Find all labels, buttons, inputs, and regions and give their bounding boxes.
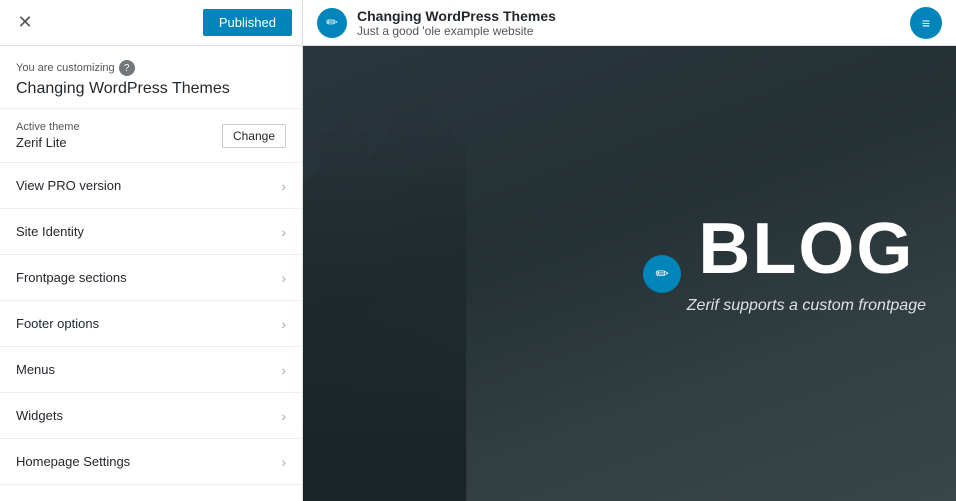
- published-button[interactable]: Published: [203, 9, 292, 36]
- floating-edit-button[interactable]: ✏: [643, 255, 681, 293]
- chevron-right-icon: ›: [281, 270, 286, 286]
- menu-item-label: Site Identity: [16, 224, 84, 239]
- menu-item-label: Widgets: [16, 408, 63, 423]
- menu-item-label: Frontpage sections: [16, 270, 127, 285]
- menu-item-site-identity[interactable]: Site Identity ›: [0, 209, 302, 255]
- menu-item-menus[interactable]: Menus ›: [0, 347, 302, 393]
- chevron-right-icon: ›: [281, 316, 286, 332]
- blog-title: BLOG: [687, 213, 926, 285]
- theme-name: Zerif Lite: [16, 135, 80, 150]
- chevron-right-icon: ›: [281, 408, 286, 424]
- active-theme-label: Active theme: [16, 121, 80, 133]
- customizing-label: You are customizing ?: [16, 60, 286, 76]
- menu-item-label: Footer options: [16, 316, 99, 331]
- blog-subtitle: Zerif supports a custom frontpage: [687, 297, 926, 315]
- pencil-icon: ✏: [655, 264, 668, 284]
- customizer-top-bar: ✕ Published: [0, 0, 302, 46]
- pencil-icon: ✏: [326, 14, 338, 31]
- menu-item-homepage-settings[interactable]: Homepage Settings ›: [0, 439, 302, 485]
- menu-item-label: Menus: [16, 362, 55, 377]
- menu-item-frontpage-sections[interactable]: Frontpage sections ›: [0, 255, 302, 301]
- menu-item-widgets[interactable]: Widgets ›: [0, 393, 302, 439]
- theme-info: Active theme Zerif Lite: [16, 121, 80, 150]
- customizer-menu-list: View PRO version › Site Identity › Front…: [0, 163, 302, 501]
- preview-edit-icon[interactable]: ✏: [317, 8, 347, 38]
- preview-header: ✏ Changing WordPress Themes Just a good …: [303, 0, 956, 46]
- menu-item-footer-options[interactable]: Footer options ›: [0, 301, 302, 347]
- theme-section: Active theme Zerif Lite Change: [0, 109, 302, 163]
- customizing-site-name: Changing WordPress Themes: [16, 80, 286, 98]
- preview-site-title: Changing WordPress Themes: [357, 8, 556, 24]
- change-theme-button[interactable]: Change: [222, 124, 286, 148]
- chevron-right-icon: ›: [281, 178, 286, 194]
- menu-item-label: Homepage Settings: [16, 454, 130, 469]
- close-button[interactable]: ✕: [10, 8, 40, 38]
- preview-content: ✏ BLOG Zerif supports a custom frontpage: [303, 46, 956, 501]
- customizing-info: You are customizing ? Changing WordPress…: [0, 46, 302, 109]
- preview-menu-button[interactable]: ≡: [910, 7, 942, 39]
- hamburger-icon: ≡: [922, 15, 930, 31]
- menu-item-label: View PRO version: [16, 178, 121, 193]
- chevron-right-icon: ›: [281, 454, 286, 470]
- chevron-right-icon: ›: [281, 362, 286, 378]
- blog-content-block: BLOG Zerif supports a custom frontpage: [687, 213, 956, 335]
- menu-item-view-pro[interactable]: View PRO version ›: [0, 163, 302, 209]
- customizing-text: You are customizing: [16, 62, 115, 74]
- help-icon[interactable]: ?: [119, 60, 135, 76]
- preview-site-info: Changing WordPress Themes Just a good 'o…: [357, 8, 556, 38]
- preview-site-tagline: Just a good 'ole example website: [357, 24, 556, 38]
- customizer-panel: ✕ Published You are customizing ? Changi…: [0, 0, 303, 501]
- preview-panel: ✏ Changing WordPress Themes Just a good …: [303, 0, 956, 501]
- chevron-right-icon: ›: [281, 224, 286, 240]
